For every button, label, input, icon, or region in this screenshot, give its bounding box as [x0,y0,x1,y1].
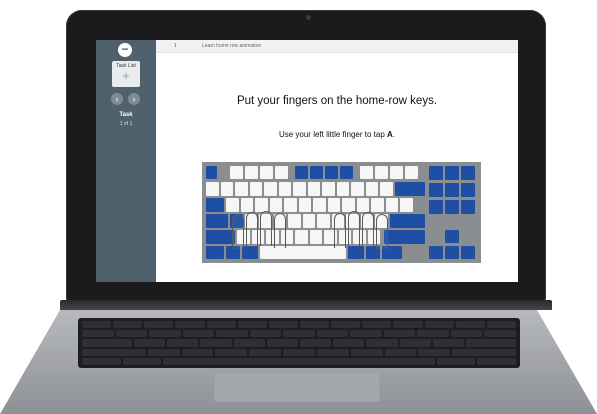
key-function [230,166,243,179]
key [307,182,320,196]
step-title[interactable]: Learn home row animation [202,43,261,49]
key [327,198,340,212]
key [342,198,355,212]
key [206,182,219,196]
key [309,230,322,244]
keyboard-illustration [202,162,481,263]
key-tab [206,198,224,212]
key [249,182,262,196]
physical-keyboard [78,318,520,368]
key [385,198,398,212]
task-list-button[interactable]: Task List + [112,61,140,87]
key-nav [429,166,443,180]
key-alt [242,246,258,259]
key-function [360,166,373,179]
key-nav [445,183,459,197]
plus-icon: + [122,68,130,83]
task-label: Task [119,112,133,118]
right-hand-finger [348,211,360,246]
key-function [310,166,323,179]
key-shift-left [206,230,235,244]
key [235,182,248,196]
key-function [375,166,388,179]
instruction-text: Use your left little finger to tap A. [156,130,518,139]
key-function [325,166,338,179]
key [269,198,282,212]
instruction-suffix: . [392,130,396,139]
key [295,230,308,244]
key [380,182,393,196]
key-nav [445,200,459,214]
key-arrow-left [429,246,443,259]
key-caps-lock [206,214,228,228]
step-bar: 1 Learn home row animation [156,40,518,53]
key-function [295,166,308,179]
key [356,198,369,212]
instruction-prefix: Use your left little finger to tap [278,130,388,139]
key-arrow-down [445,246,459,259]
key-nav [461,166,475,180]
key-function [340,166,353,179]
key [317,214,330,228]
key-function [390,166,403,179]
left-hand-finger [246,212,258,247]
key [365,182,378,196]
key-enter [390,214,425,228]
left-hand-finger [274,213,286,248]
left-hand-finger [232,214,244,249]
key [284,198,297,212]
key-arrow-up [445,230,459,243]
key-arrow-right [461,246,475,259]
key-nav [461,200,475,214]
sidebar: − Task List + ‹ › Task 1 of 1 [96,40,156,282]
key [288,214,301,228]
right-hand-finger [362,212,374,247]
right-hand-finger [334,213,346,248]
deck-edge-left [0,310,60,414]
key-function [245,166,258,179]
key [351,182,364,196]
key-function [405,166,418,179]
key [400,198,413,212]
key-function [260,166,273,179]
key [226,198,239,212]
key [278,182,291,196]
key [336,182,349,196]
key [264,182,277,196]
key [293,182,306,196]
webcam [306,15,311,20]
left-hand-finger [260,211,272,246]
chevron-left-icon[interactable]: ‹ [111,93,123,105]
key [302,214,315,228]
key [313,198,326,212]
key-esc [206,166,217,179]
chevron-right-icon[interactable]: › [128,93,140,105]
key-alt [348,246,364,259]
key-backspace [395,182,425,196]
deck-edge-right [537,310,597,414]
right-hand-finger [376,214,388,249]
key [371,198,384,212]
key [322,182,335,196]
key [240,198,253,212]
task-count: 1 of 1 [119,121,133,127]
key [220,182,233,196]
key [255,198,268,212]
step-number: 1 [174,43,177,49]
key-function [275,166,288,179]
key-nav [461,183,475,197]
key-ctrl [206,246,224,259]
minus-icon[interactable]: − [118,43,132,57]
key-nav [429,183,443,197]
key-nav [429,200,443,214]
laptop-screen: − Task List + ‹ › Task 1 of 1 1 Learn ho… [96,40,518,282]
page-title: Put your fingers on the home-row keys. [236,95,438,107]
trackpad [214,372,380,402]
key [298,198,311,212]
key-shift-right [384,230,425,244]
key-nav [445,166,459,180]
